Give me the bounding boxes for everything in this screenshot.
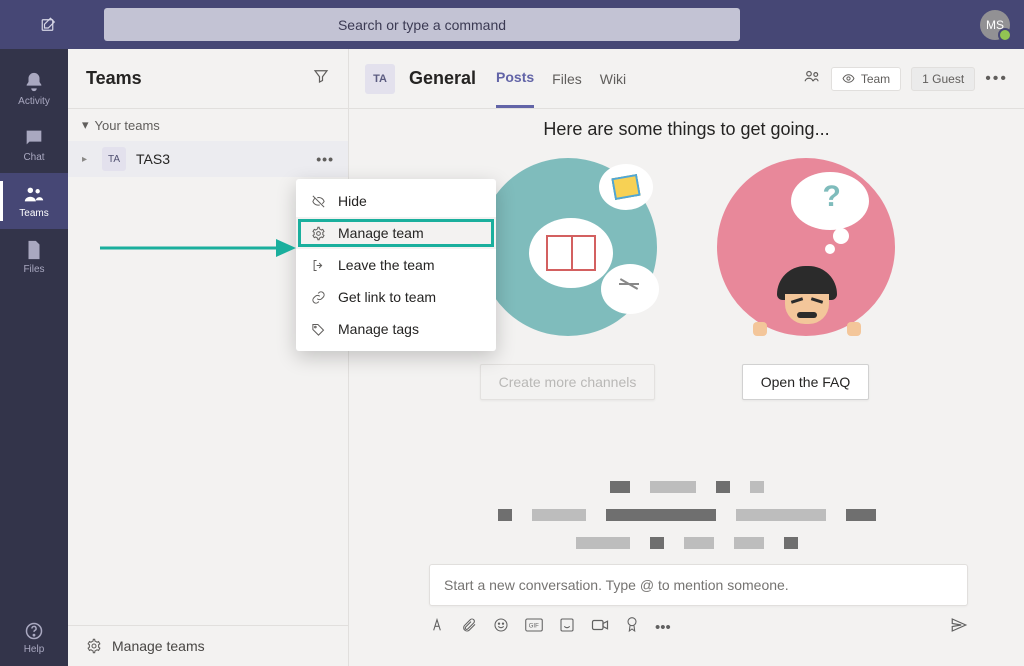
menu-manage-tags-label: Manage tags bbox=[338, 321, 419, 337]
sticker-icon[interactable] bbox=[559, 617, 575, 637]
compose-icon[interactable] bbox=[14, 16, 84, 34]
manage-teams-label: Manage teams bbox=[112, 638, 205, 654]
channel-name: General bbox=[409, 68, 476, 89]
team-name: TAS3 bbox=[136, 151, 170, 167]
team-more-button[interactable]: ••• bbox=[316, 151, 334, 167]
attach-icon[interactable] bbox=[461, 617, 477, 637]
gif-icon[interactable]: GIF bbox=[525, 618, 543, 636]
open-faq-button[interactable]: Open the FAQ bbox=[742, 364, 870, 400]
composer-input[interactable]: Start a new conversation. Type @ to ment… bbox=[429, 564, 968, 606]
search-input[interactable]: Search or type a command bbox=[104, 8, 740, 41]
guest-label: 1 Guest bbox=[922, 72, 964, 86]
rail-files[interactable]: Files bbox=[0, 229, 68, 285]
manage-teams-button[interactable]: Manage teams bbox=[68, 625, 348, 666]
composer-toolbar: GIF ••• bbox=[429, 616, 968, 638]
guest-badge[interactable]: 1 Guest bbox=[911, 67, 975, 91]
rail-chat-label: Chat bbox=[23, 152, 44, 163]
menu-leave-team-label: Leave the team bbox=[338, 257, 435, 273]
svg-text:GIF: GIF bbox=[529, 623, 539, 629]
rail-help[interactable]: Help bbox=[0, 610, 68, 666]
praise-icon[interactable] bbox=[625, 617, 639, 637]
intro-text: Here are some things to get going... bbox=[369, 119, 1004, 140]
card-faq: Open the FAQ bbox=[717, 158, 895, 400]
title-bar: Search or type a command MS bbox=[0, 0, 1024, 49]
team-avatar: TA bbox=[102, 147, 126, 171]
rail-chat[interactable]: Chat bbox=[0, 117, 68, 173]
hide-icon bbox=[310, 194, 326, 209]
org-icon[interactable] bbox=[803, 67, 821, 90]
redacted-message bbox=[383, 481, 990, 549]
teams-panel: Teams ▾ Your teams ▸ TA TAS3 ••• Manage … bbox=[68, 49, 349, 666]
link-icon bbox=[310, 290, 326, 305]
your-teams-group[interactable]: ▾ Your teams bbox=[68, 109, 348, 141]
tab-posts[interactable]: Posts bbox=[496, 49, 534, 108]
tab-wiki[interactable]: Wiki bbox=[600, 49, 626, 108]
profile-avatar[interactable]: MS bbox=[980, 10, 1010, 40]
privacy-label: Team bbox=[861, 72, 890, 86]
leave-icon bbox=[310, 258, 326, 273]
channel-more-button[interactable]: ••• bbox=[985, 70, 1008, 88]
tab-files[interactable]: Files bbox=[552, 49, 582, 108]
emoji-icon[interactable] bbox=[493, 617, 509, 637]
privacy-badge[interactable]: Team bbox=[831, 67, 901, 91]
channel-avatar: TA bbox=[365, 64, 395, 94]
chevron-down-icon: ▾ bbox=[82, 117, 89, 133]
gear-icon bbox=[310, 226, 326, 241]
menu-get-link-label: Get link to team bbox=[338, 289, 436, 305]
menu-hide-label: Hide bbox=[338, 193, 367, 209]
composer-more-icon[interactable]: ••• bbox=[655, 619, 671, 636]
teams-title: Teams bbox=[86, 68, 142, 89]
menu-get-link[interactable]: Get link to team bbox=[296, 281, 496, 313]
filter-icon[interactable] bbox=[312, 67, 330, 90]
rail-activity[interactable]: Activity bbox=[0, 61, 68, 117]
app-rail: Activity Chat Teams Files Help bbox=[0, 49, 68, 666]
faq-illustration bbox=[717, 158, 895, 336]
menu-manage-tags[interactable]: Manage tags bbox=[296, 313, 496, 345]
rail-teams-label: Teams bbox=[19, 208, 48, 219]
menu-manage-team-label: Manage team bbox=[338, 225, 424, 241]
menu-leave-team[interactable]: Leave the team bbox=[296, 249, 496, 281]
meet-icon[interactable] bbox=[591, 618, 609, 636]
rail-activity-label: Activity bbox=[18, 96, 50, 107]
team-row[interactable]: ▸ TA TAS3 ••• bbox=[68, 141, 348, 177]
card-channels: Create more channels bbox=[479, 158, 657, 400]
channel-header: TA General Posts Files Wiki Team bbox=[349, 49, 1024, 109]
your-teams-label: Your teams bbox=[95, 118, 160, 133]
rail-files-label: Files bbox=[23, 264, 44, 275]
tag-icon bbox=[310, 322, 326, 337]
chevron-right-icon: ▸ bbox=[82, 154, 92, 165]
menu-hide[interactable]: Hide bbox=[296, 185, 496, 217]
format-icon[interactable] bbox=[429, 617, 445, 637]
send-icon[interactable] bbox=[950, 616, 968, 638]
team-context-menu: Hide Manage team Leave the team Get link… bbox=[296, 179, 496, 351]
menu-manage-team[interactable]: Manage team bbox=[296, 217, 496, 249]
channels-illustration bbox=[479, 158, 657, 336]
rail-teams[interactable]: Teams bbox=[0, 173, 68, 229]
create-channels-button[interactable]: Create more channels bbox=[480, 364, 656, 400]
rail-help-label: Help bbox=[24, 644, 45, 655]
channel-main: TA General Posts Files Wiki Team bbox=[349, 49, 1024, 666]
